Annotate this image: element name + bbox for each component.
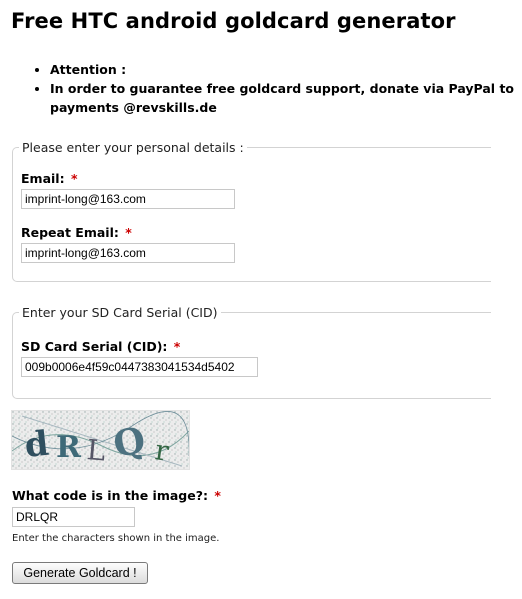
personal-details-legend: Please enter your personal details : (22, 140, 244, 155)
page-title: Free HTC android goldcard generator (11, 9, 456, 33)
sd-card-serial-field[interactable] (21, 357, 258, 377)
required-mark: * (173, 339, 181, 354)
captcha-char-1: d (23, 424, 51, 466)
captcha-image: d R L Q r (11, 410, 190, 470)
attention-note: Attention : (50, 60, 520, 79)
required-mark: * (70, 171, 78, 186)
repeat-email-label-text: Repeat Email: (21, 225, 119, 240)
email-field[interactable] (21, 189, 235, 209)
required-mark: * (125, 225, 132, 240)
sd-card-legend: Enter your SD Card Serial (CID) (22, 305, 218, 320)
repeat-email-label: Repeat Email: * (21, 225, 132, 240)
generate-goldcard-button[interactable]: Generate Goldcard ! (12, 562, 148, 584)
email-label: Email: * (21, 171, 77, 186)
repeat-email-field[interactable] (21, 243, 235, 263)
captcha-answer-field[interactable] (12, 507, 135, 527)
donation-note: In order to guarantee free goldcard supp… (50, 79, 520, 117)
sd-card-label-text: SD Card Serial (CID): (21, 339, 168, 354)
captcha-char-2: R (56, 430, 82, 465)
captcha-graphic: d R L Q r (12, 411, 189, 469)
notes-list: Attention : In order to guarantee free g… (30, 60, 520, 117)
sd-card-label: SD Card Serial (CID): * (21, 339, 180, 354)
email-label-text: Email: (21, 171, 65, 186)
captcha-char-3: L (85, 433, 106, 467)
captcha-question-text: What code is in the image?: (12, 488, 208, 503)
captcha-hint: Enter the characters shown in the image. (12, 533, 220, 544)
required-mark: * (214, 488, 221, 503)
captcha-question-label: What code is in the image?: * (12, 488, 221, 503)
